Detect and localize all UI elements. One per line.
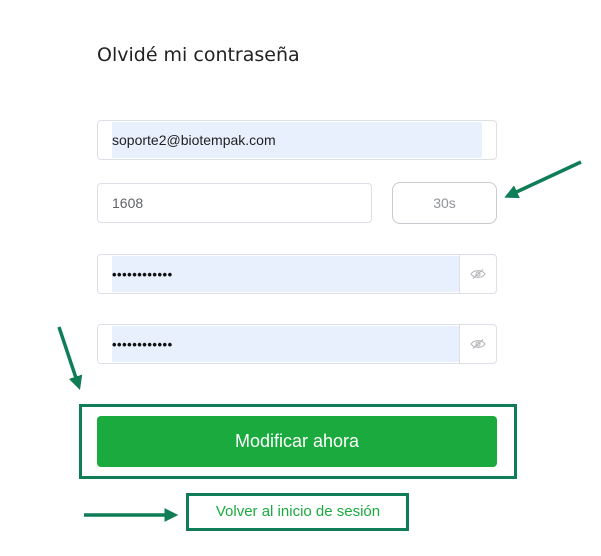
arrow-to-code-button	[504, 160, 582, 199]
annotation-arrows	[57, 160, 582, 522]
arrow-to-submit	[57, 326, 83, 390]
